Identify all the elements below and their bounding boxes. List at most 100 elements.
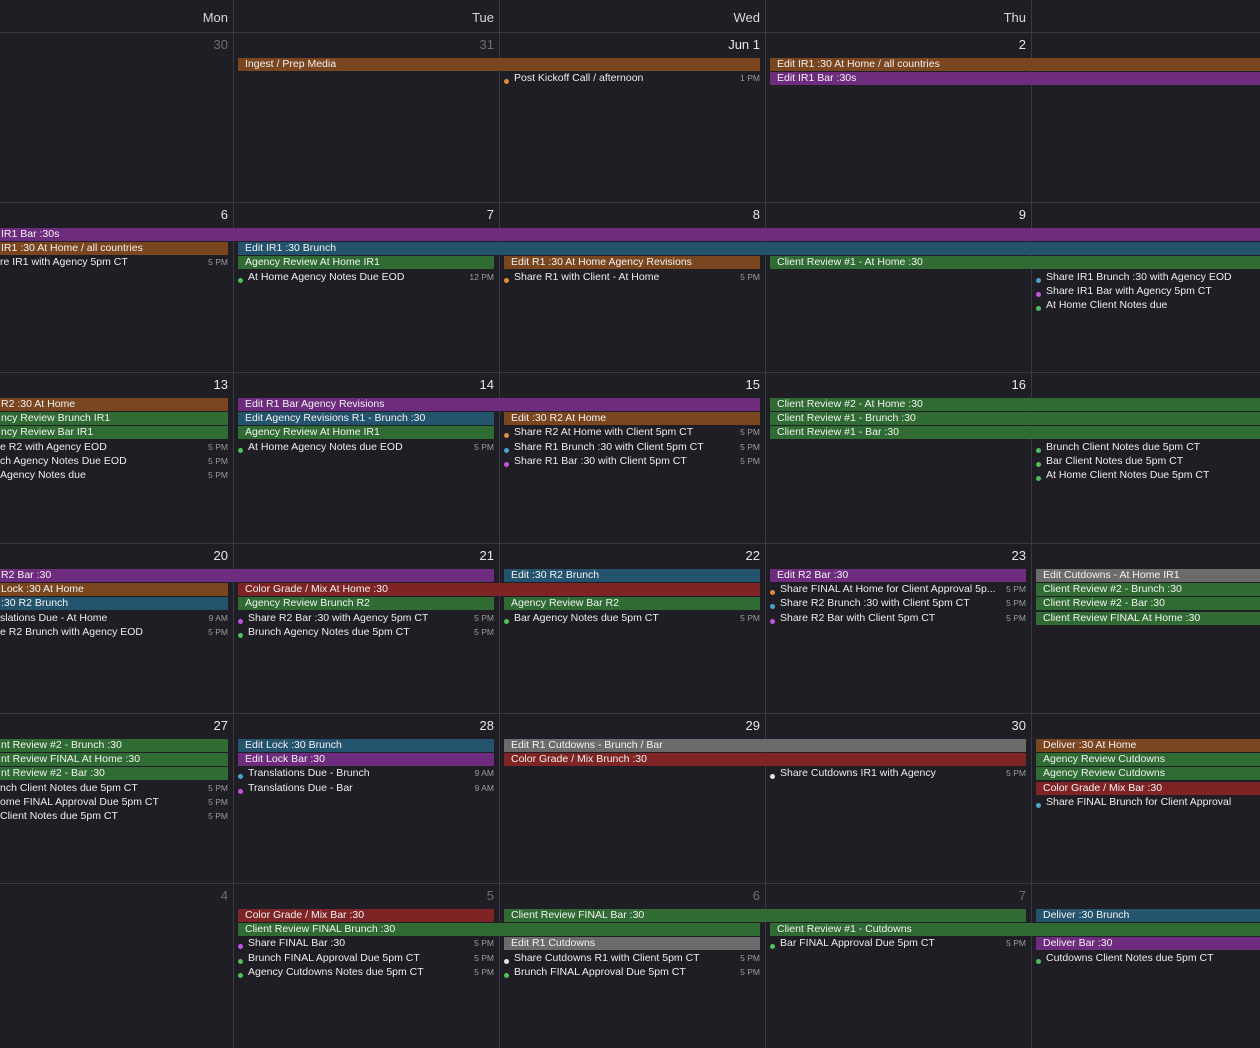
timed-event[interactable]: Bar FINAL Approval Due 5pm CT 5 PM xyxy=(770,937,1026,950)
event-bar[interactable]: Agency Review Brunch R2 xyxy=(238,597,494,611)
timed-event[interactable]: e R2 with Agency EOD 5 PM xyxy=(0,441,228,454)
event-bar[interactable]: Edit Agency Revisions R1 - Brunch :30 xyxy=(238,412,494,426)
timed-event[interactable]: Share FINAL Brunch for Client Approval xyxy=(1036,796,1260,809)
day-number[interactable]: 23 xyxy=(966,548,1026,564)
event-bar[interactable]: Deliver :30 At Home xyxy=(1036,739,1260,752)
event-bar[interactable]: Lock :30 At Home xyxy=(0,583,228,597)
day-number[interactable]: 22 xyxy=(700,548,760,564)
event-bar[interactable]: Client Review FINAL Brunch :30 xyxy=(238,923,760,937)
event-bar[interactable]: nt Review #2 - Bar :30 xyxy=(0,767,228,781)
event-bar[interactable]: Edit R1 Cutdowns xyxy=(504,937,760,951)
event-bar[interactable]: nt Review #2 - Brunch :30 xyxy=(0,739,228,752)
timed-event[interactable]: slations Due - At Home 9 AM xyxy=(0,612,228,625)
day-number[interactable]: 20 xyxy=(168,548,228,564)
day-number[interactable]: 2 xyxy=(966,37,1026,53)
timed-event[interactable]: Bar Agency Notes due 5pm CT 5 PM xyxy=(504,612,760,625)
timed-event[interactable]: Share FINAL Bar :30 5 PM xyxy=(238,937,494,950)
event-bar[interactable]: Edit Cutdowns - At Home IR1 xyxy=(1036,569,1260,582)
timed-event[interactable]: Share R1 Bar :30 with Client 5pm CT 5 PM xyxy=(504,455,760,468)
event-bar[interactable]: :30 R2 Brunch xyxy=(0,597,228,611)
day-number[interactable]: 7 xyxy=(434,207,494,223)
event-bar[interactable]: Deliver Bar :30 xyxy=(1036,937,1260,951)
timed-event[interactable]: Share R1 Brunch :30 with Client 5pm CT 5 … xyxy=(504,441,760,454)
event-bar[interactable]: Client Review #1 - Cutdowns xyxy=(770,923,1260,937)
timed-event[interactable]: Brunch Agency Notes due 5pm CT 5 PM xyxy=(238,626,494,639)
day-number[interactable]: 31 xyxy=(434,37,494,53)
timed-event[interactable]: Agency Notes due 5 PM xyxy=(0,469,228,482)
event-bar[interactable]: Edit IR1 :30 Brunch xyxy=(238,242,1260,256)
event-bar[interactable]: ncy Review Bar IR1 xyxy=(0,426,228,440)
event-bar[interactable]: Client Review #1 - Brunch :30 xyxy=(770,412,1260,426)
timed-event[interactable]: Cutdowns Client Notes due 5pm CT xyxy=(1036,952,1260,965)
event-bar[interactable]: Client Review #2 - Bar :30 xyxy=(1036,597,1260,611)
day-number[interactable]: 28 xyxy=(434,718,494,734)
event-bar[interactable]: Agency Review Cutdowns xyxy=(1036,767,1260,781)
event-bar[interactable]: R2 :30 At Home xyxy=(0,398,228,411)
timed-event[interactable]: ch Agency Notes Due EOD 5 PM xyxy=(0,455,228,468)
day-number[interactable]: 14 xyxy=(434,377,494,393)
day-number[interactable]: 21 xyxy=(434,548,494,564)
event-bar[interactable]: Deliver :30 Brunch xyxy=(1036,909,1260,922)
event-bar[interactable]: Edit R2 Bar :30 xyxy=(770,569,1026,582)
timed-event[interactable]: Share Cutdowns IR1 with Agency 5 PM xyxy=(770,767,1026,780)
timed-event[interactable]: Brunch Client Notes due 5pm CT xyxy=(1036,441,1260,454)
timed-event[interactable]: Share IR1 Brunch :30 with Agency EOD xyxy=(1036,271,1260,284)
day-number[interactable]: 27 xyxy=(168,718,228,734)
day-number[interactable]: 16 xyxy=(966,377,1026,393)
day-number[interactable]: 4 xyxy=(168,888,228,904)
day-number[interactable]: 30 xyxy=(966,718,1026,734)
day-number[interactable]: 9 xyxy=(966,207,1026,223)
event-bar[interactable]: Color Grade / Mix At Home :30 xyxy=(238,583,760,597)
timed-event[interactable]: Share R2 At Home with Client 5pm CT 5 PM xyxy=(504,426,760,439)
event-bar[interactable]: Client Review FINAL At Home :30 xyxy=(1036,611,1260,625)
timed-event[interactable]: Share R2 Bar with Client 5pm CT 5 PM xyxy=(770,612,1026,625)
timed-event[interactable]: At Home Client Notes Due 5pm CT xyxy=(1036,469,1260,482)
day-number[interactable]: 6 xyxy=(168,207,228,223)
timed-event[interactable]: At Home Agency Notes Due EOD 12 PM xyxy=(238,271,494,284)
day-number[interactable]: 29 xyxy=(700,718,760,734)
event-bar[interactable]: Agency Review At Home IR1 xyxy=(238,426,494,440)
day-number[interactable]: 30 xyxy=(168,37,228,53)
event-bar[interactable]: Edit R1 Cutdowns - Brunch / Bar xyxy=(504,739,1026,752)
day-number[interactable]: 13 xyxy=(168,377,228,393)
event-bar[interactable]: IR1 :30 At Home / all countries xyxy=(0,242,228,256)
timed-event[interactable]: Client Notes due 5pm CT 5 PM xyxy=(0,810,228,823)
event-bar[interactable]: Client Review #2 - Brunch :30 xyxy=(1036,583,1260,597)
timed-event[interactable]: Translations Due - Bar 9 AM xyxy=(238,782,494,795)
event-bar[interactable]: R2 Bar :30 xyxy=(0,569,494,582)
timed-event[interactable]: Share R2 Bar :30 with Agency 5pm CT 5 PM xyxy=(238,612,494,625)
event-bar[interactable]: nt Review FINAL At Home :30 xyxy=(0,753,228,767)
timed-event[interactable]: Share IR1 Bar with Agency 5pm CT xyxy=(1036,285,1260,298)
timed-event[interactable]: re IR1 with Agency 5pm CT 5 PM xyxy=(0,256,228,269)
event-bar[interactable]: Color Grade / Mix Bar :30 xyxy=(238,909,494,922)
event-bar[interactable]: Edit IR1 Bar :30s xyxy=(770,72,1260,86)
timed-event[interactable]: nch Client Notes due 5pm CT 5 PM xyxy=(0,782,228,795)
timed-event[interactable]: Share R2 Brunch :30 with Client 5pm CT 5 … xyxy=(770,597,1026,610)
timed-event[interactable]: Translations Due - Brunch 9 AM xyxy=(238,767,494,780)
event-bar[interactable]: Edit IR1 :30 At Home / all countries xyxy=(770,58,1260,71)
event-bar[interactable]: ncy Review Brunch IR1 xyxy=(0,412,228,426)
timed-event[interactable]: Post Kickoff Call / afternoon 1 PM xyxy=(504,72,760,85)
day-number[interactable]: 15 xyxy=(700,377,760,393)
event-bar[interactable]: Edit Lock Bar :30 xyxy=(238,753,494,767)
event-bar[interactable]: Client Review FINAL Bar :30 xyxy=(504,909,1026,922)
event-bar[interactable]: Client Review #2 - At Home :30 xyxy=(770,398,1260,411)
day-number[interactable]: 5 xyxy=(434,888,494,904)
event-bar[interactable]: Color Grade / Mix Brunch :30 xyxy=(504,753,1026,767)
timed-event[interactable]: Bar Client Notes due 5pm CT xyxy=(1036,455,1260,468)
event-bar[interactable]: Agency Review At Home IR1 xyxy=(238,256,494,270)
event-bar[interactable]: Edit :30 R2 Brunch xyxy=(504,569,760,582)
day-number[interactable]: 6 xyxy=(700,888,760,904)
day-number[interactable]: Jun 1 xyxy=(700,37,760,53)
timed-event[interactable]: Brunch FINAL Approval Due 5pm CT 5 PM xyxy=(238,952,494,965)
timed-event[interactable]: Share R1 with Client - At Home 5 PM xyxy=(504,271,760,284)
timed-event[interactable]: e R2 Brunch with Agency EOD 5 PM xyxy=(0,626,228,639)
event-bar[interactable]: Color Grade / Mix Bar :30 xyxy=(1036,781,1260,795)
day-number[interactable]: 8 xyxy=(700,207,760,223)
timed-event[interactable]: At Home Client Notes due xyxy=(1036,299,1260,312)
event-bar[interactable]: IR1 Bar :30s xyxy=(0,228,1260,241)
timed-event[interactable]: Brunch FINAL Approval Due 5pm CT 5 PM xyxy=(504,966,760,979)
event-bar[interactable]: Ingest / Prep Media xyxy=(238,58,760,71)
event-bar[interactable]: Agency Review Bar R2 xyxy=(504,597,760,611)
event-bar[interactable]: Edit R1 Bar Agency Revisions xyxy=(238,398,760,411)
